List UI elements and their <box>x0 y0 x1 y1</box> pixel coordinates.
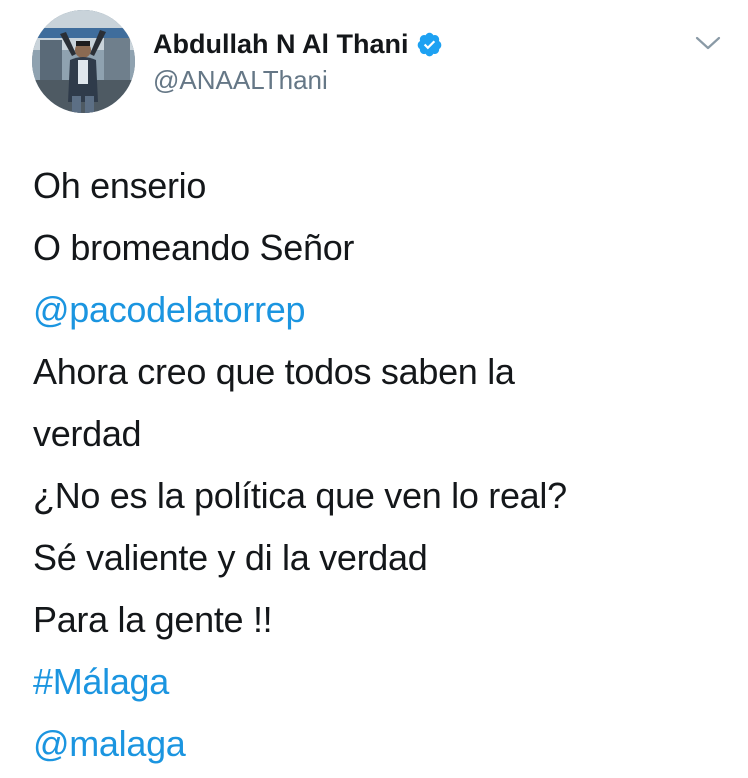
mention-link[interactable]: @pacodelatorrep <box>33 279 733 341</box>
avatar-photo <box>32 10 135 113</box>
author-handle[interactable]: @ANAALThani <box>153 64 328 96</box>
tweet-line: Ahora creo que todos saben la <box>33 351 515 392</box>
author-display-name[interactable]: Abdullah N Al Thani <box>153 27 409 61</box>
tweet-line: Oh enserio <box>33 165 207 206</box>
author-avatar[interactable] <box>32 10 135 113</box>
tweet-line: Para la gente !! <box>33 599 273 640</box>
author-name-row[interactable]: Abdullah N Al Thani <box>153 27 443 61</box>
tweet-options-button[interactable] <box>693 31 723 53</box>
hashtag-link[interactable]: #Málaga <box>33 651 733 713</box>
verified-badge-icon <box>416 31 443 58</box>
mention-link[interactable]: @malaga <box>33 713 733 775</box>
tweet-card: Abdullah N Al Thani @ANAALThani Oh enser… <box>0 0 748 778</box>
tweet-line: Sé valiente y di la verdad <box>33 537 428 578</box>
chevron-down-icon <box>695 36 721 50</box>
tweet-line: O bromeando Señor <box>33 227 355 268</box>
tweet-line: ¿No es la política que ven lo real? <box>33 475 567 516</box>
tweet-text: Oh enserio O bromeando Señor @pacodelato… <box>33 155 733 775</box>
tweet-line: verdad <box>33 413 142 454</box>
